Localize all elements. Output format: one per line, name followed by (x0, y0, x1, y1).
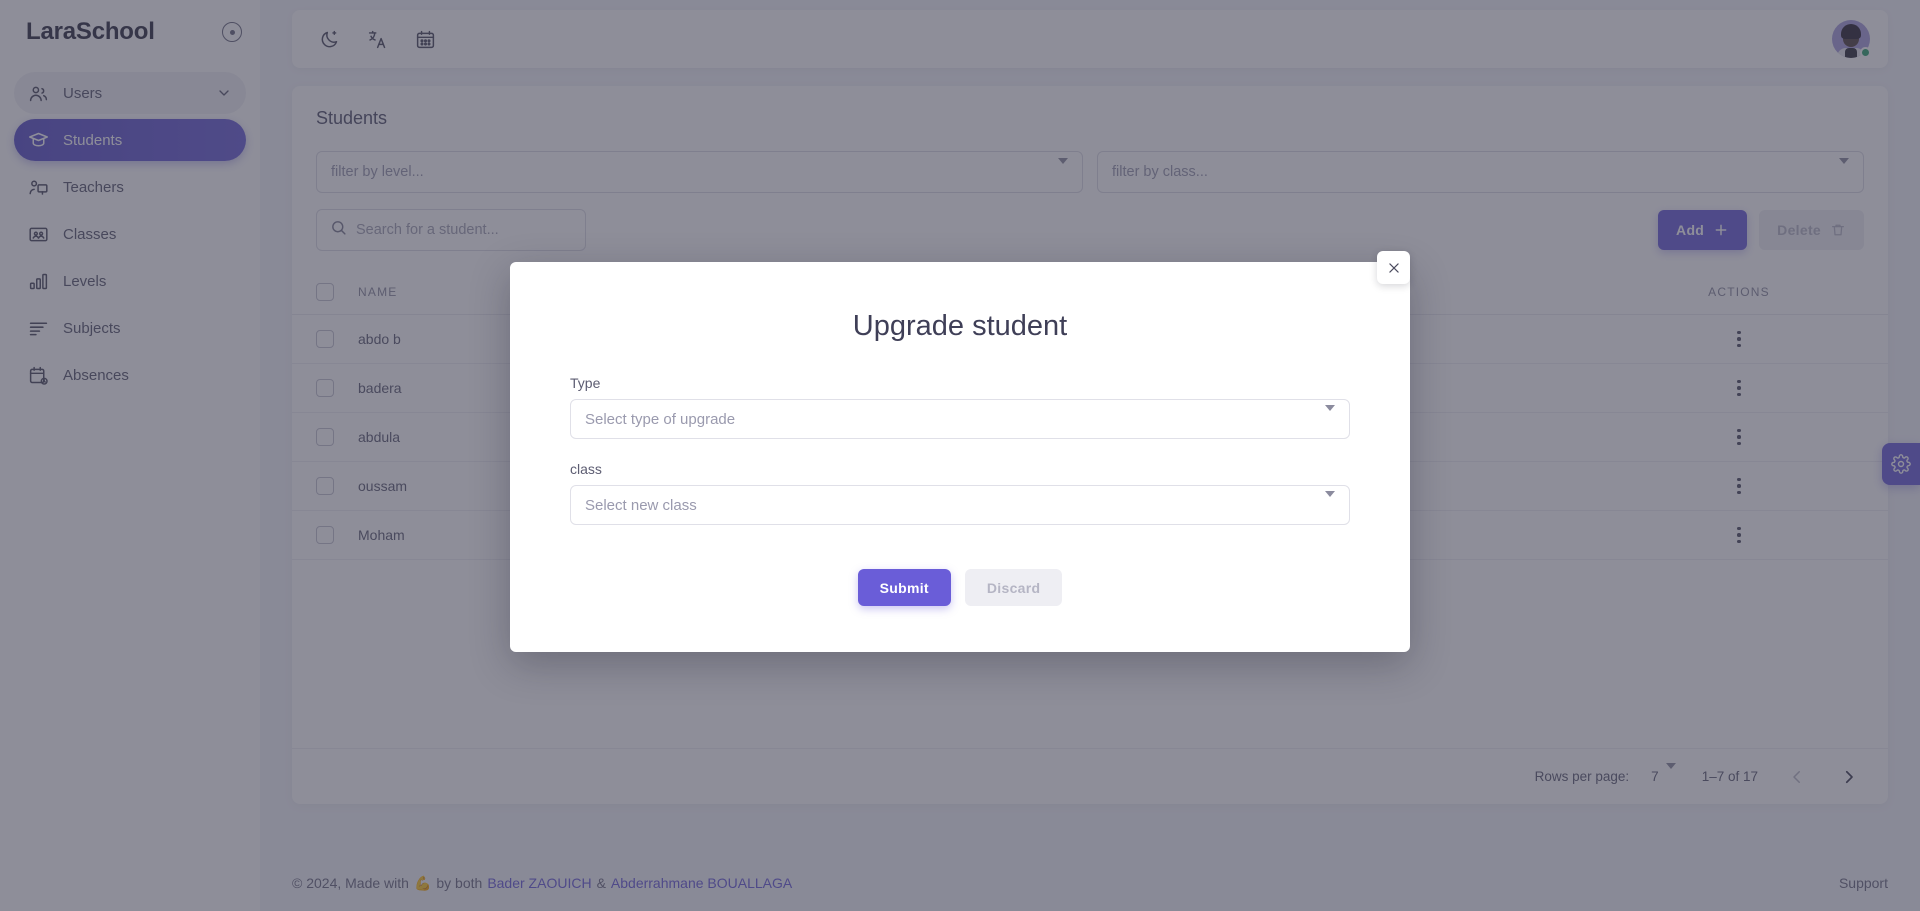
discard-button-label: Discard (986, 579, 1041, 596)
type-select[interactable]: Select type of upgrade (570, 399, 1350, 439)
type-field-label: Type (570, 375, 601, 391)
modal-close-button[interactable] (1377, 251, 1410, 284)
app-root: LaraSchool Users (0, 0, 1920, 911)
close-icon (1387, 261, 1401, 275)
submit-button[interactable]: Submit (857, 569, 951, 606)
type-select-value: Select type of upgrade (585, 410, 736, 428)
modal-body: Type Select type of upgrade class Select… (510, 343, 1410, 606)
submit-button-label: Submit (879, 579, 929, 596)
modal-title: Upgrade student (852, 310, 1068, 342)
upgrade-student-modal: Upgrade student Type Select type of upgr… (510, 262, 1410, 652)
class-field-label: class (570, 461, 602, 477)
discard-button[interactable]: Discard (964, 569, 1063, 606)
class-select-value: Select new class (585, 496, 697, 514)
class-select[interactable]: Select new class (570, 485, 1350, 525)
modal-actions: Submit Discard (570, 569, 1350, 606)
chevron-down-icon (1325, 404, 1335, 428)
chevron-down-icon (1325, 490, 1335, 514)
